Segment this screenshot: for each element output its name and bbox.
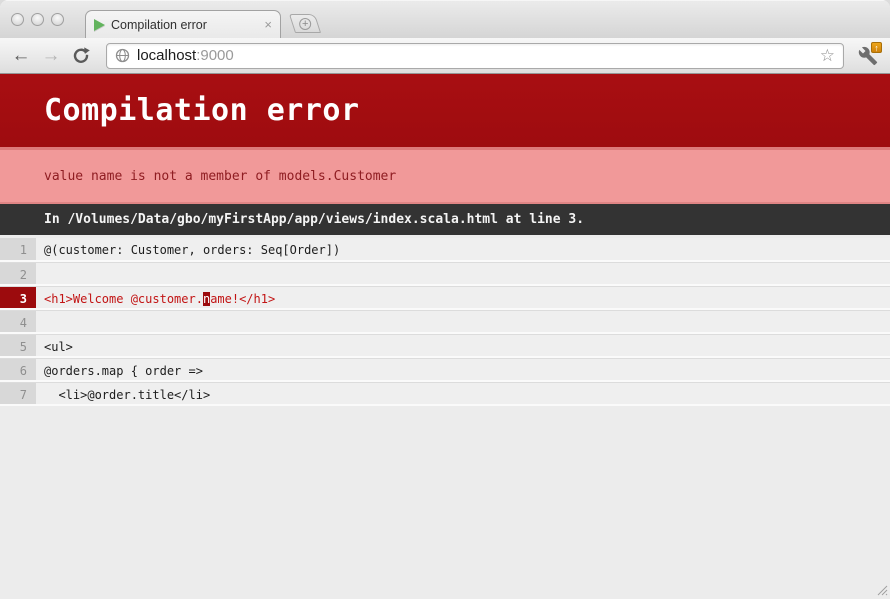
zoom-window-button[interactable] [51, 13, 64, 26]
code-listing: 1@(customer: Customer, orders: Seq[Order… [0, 238, 890, 406]
browser-toolbar: ← → localhost:9000 ☆ ↑ [0, 38, 890, 74]
error-location: In /Volumes/Data/gbo/myFirstApp/app/view… [0, 204, 890, 235]
line-content [36, 311, 890, 332]
reload-icon [72, 47, 90, 65]
globe-icon [115, 48, 130, 63]
code-line-6: 6@orders.map { order => [0, 358, 890, 382]
url-port: :9000 [196, 47, 234, 64]
close-window-button[interactable] [11, 13, 24, 26]
line-content: <ul> [36, 335, 890, 356]
update-badge: ↑ [871, 42, 882, 53]
line-number: 5 [0, 335, 36, 356]
minimize-window-button[interactable] [31, 13, 44, 26]
tab-title: Compilation error [111, 18, 258, 32]
code-line-2: 2 [0, 262, 890, 286]
code-line-7: 7 <li>@order.title</li> [0, 382, 890, 406]
line-number: 6 [0, 359, 36, 380]
new-tab-plus-icon: + [299, 18, 311, 30]
play-framework-icon [94, 19, 105, 31]
bookmark-star-icon[interactable]: ☆ [820, 47, 835, 64]
resize-grip-icon[interactable] [874, 582, 888, 596]
line-content: <li>@order.title</li> [36, 383, 890, 404]
forward-button[interactable]: → [38, 43, 64, 69]
code-line-5: 5<ul> [0, 334, 890, 358]
line-content: @(customer: Customer, orders: Seq[Order]… [36, 238, 890, 260]
reload-button[interactable] [68, 43, 94, 69]
line-content: <h1>Welcome @customer.name!</h1> [36, 287, 890, 308]
line-number: 4 [0, 311, 36, 332]
back-button[interactable]: ← [8, 43, 34, 69]
code-line-1: 1@(customer: Customer, orders: Seq[Order… [0, 238, 890, 262]
url-host: localhost [137, 47, 196, 64]
tab-compilation-error[interactable]: Compilation error × [85, 10, 281, 38]
error-detail: value name is not a member of models.Cus… [0, 147, 890, 204]
new-tab-button[interactable]: + [289, 14, 321, 33]
url-text[interactable]: localhost:9000 [137, 47, 813, 64]
address-bar[interactable]: localhost:9000 ☆ [106, 43, 844, 69]
code-line-4: 4 [0, 310, 890, 334]
line-number: 7 [0, 383, 36, 404]
line-number: 1 [0, 238, 36, 260]
error-title: Compilation error [44, 93, 360, 128]
wrench-menu-button[interactable]: ↑ [854, 43, 882, 69]
error-page: Compilation error value name is not a me… [0, 74, 890, 598]
window-controls [11, 13, 64, 26]
line-content: @orders.map { order => [36, 359, 890, 380]
titlebar: Compilation error × + [0, 0, 890, 38]
tab-close-icon[interactable]: × [264, 18, 272, 31]
code-line-3: 3<h1>Welcome @customer.name!</h1> [0, 286, 890, 310]
browser-window: Compilation error × + ← → localhost:9000… [0, 0, 890, 599]
line-content [36, 263, 890, 284]
error-header: Compilation error [0, 74, 890, 147]
line-number: 2 [0, 263, 36, 284]
line-number: 3 [0, 287, 36, 308]
